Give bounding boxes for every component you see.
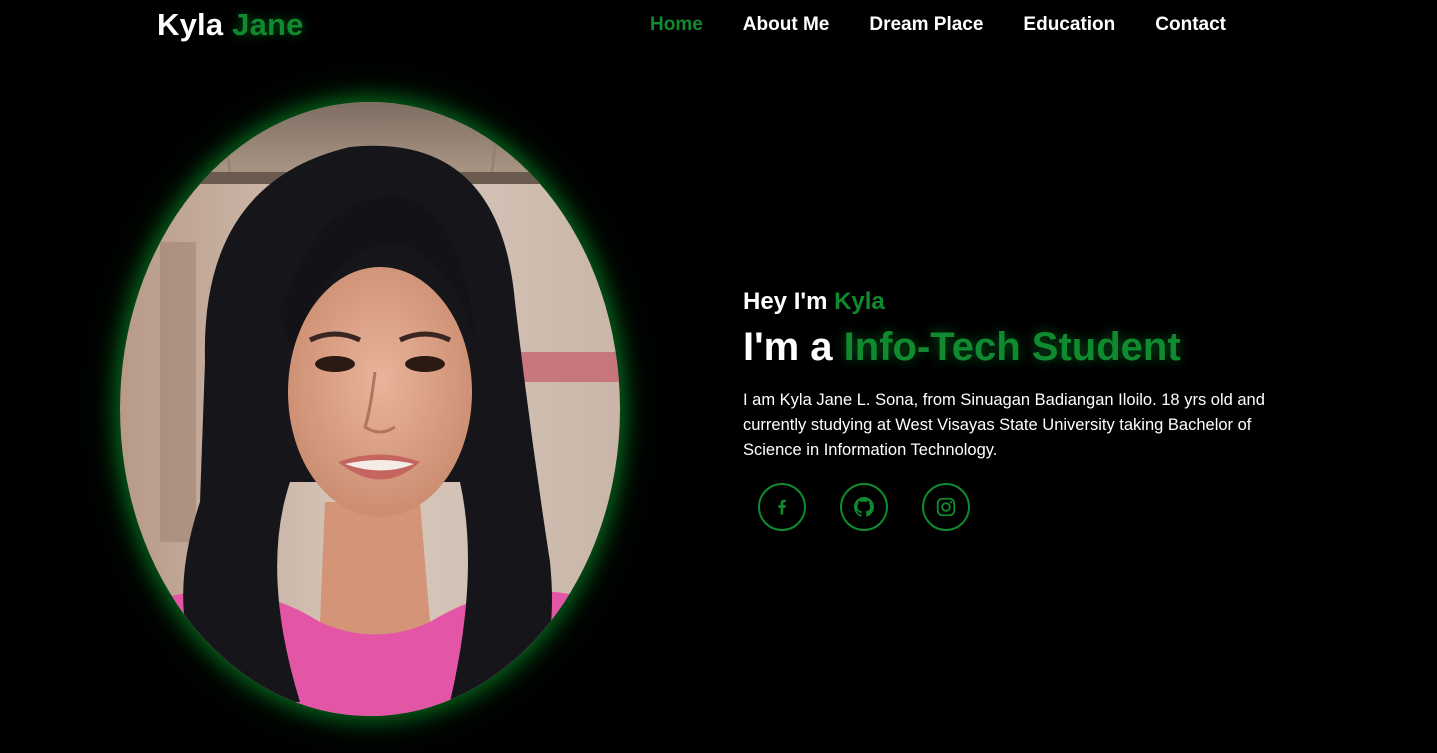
logo-first-name: Kyla xyxy=(157,7,224,42)
headline: I'm a Info-Tech Student xyxy=(743,322,1313,372)
instagram-icon xyxy=(936,497,956,517)
nav-education[interactable]: Education xyxy=(1023,14,1115,36)
site-logo[interactable]: Kyla Jane xyxy=(157,7,304,43)
github-icon xyxy=(854,497,874,517)
greeting-prefix: Hey I'm xyxy=(743,288,835,315)
hero-section: Hey I'm Kyla I'm a Info-Tech Student I a… xyxy=(743,285,1313,531)
facebook-icon xyxy=(778,499,786,515)
github-link[interactable] xyxy=(840,483,888,531)
nav-about-me[interactable]: About Me xyxy=(743,14,830,36)
greeting: Hey I'm Kyla xyxy=(743,285,1313,319)
social-links xyxy=(758,483,1313,531)
main-nav: Home About Me Dream Place Education Cont… xyxy=(650,14,1266,36)
greeting-name: Kyla xyxy=(834,288,885,315)
page: Kyla Jane Home About Me Dream Place Educ… xyxy=(0,0,1437,753)
headline-role: Info-Tech Student xyxy=(843,325,1181,369)
logo-last-name: Jane xyxy=(232,7,304,42)
nav-home[interactable]: Home xyxy=(650,14,703,36)
headline-prefix: I'm a xyxy=(743,325,844,369)
nav-contact[interactable]: Contact xyxy=(1155,14,1226,36)
bio-text: I am Kyla Jane L. Sona, from Sinuagan Ba… xyxy=(743,391,1265,459)
facebook-link[interactable] xyxy=(758,483,806,531)
instagram-link[interactable] xyxy=(922,483,970,531)
profile-photo xyxy=(120,102,620,716)
nav-dream-place[interactable]: Dream Place xyxy=(869,14,983,36)
